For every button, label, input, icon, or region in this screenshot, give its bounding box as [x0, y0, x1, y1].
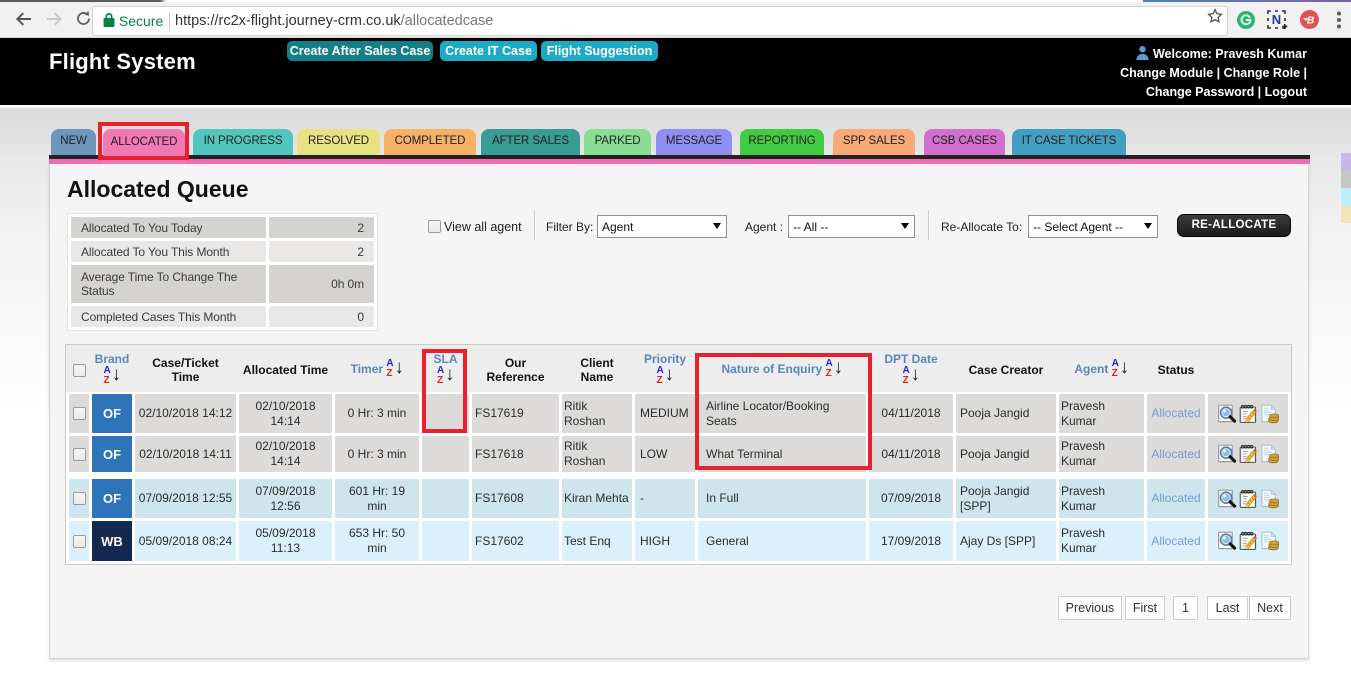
svg-text:N: N [1272, 12, 1281, 27]
svg-text:B: B [1307, 15, 1315, 27]
